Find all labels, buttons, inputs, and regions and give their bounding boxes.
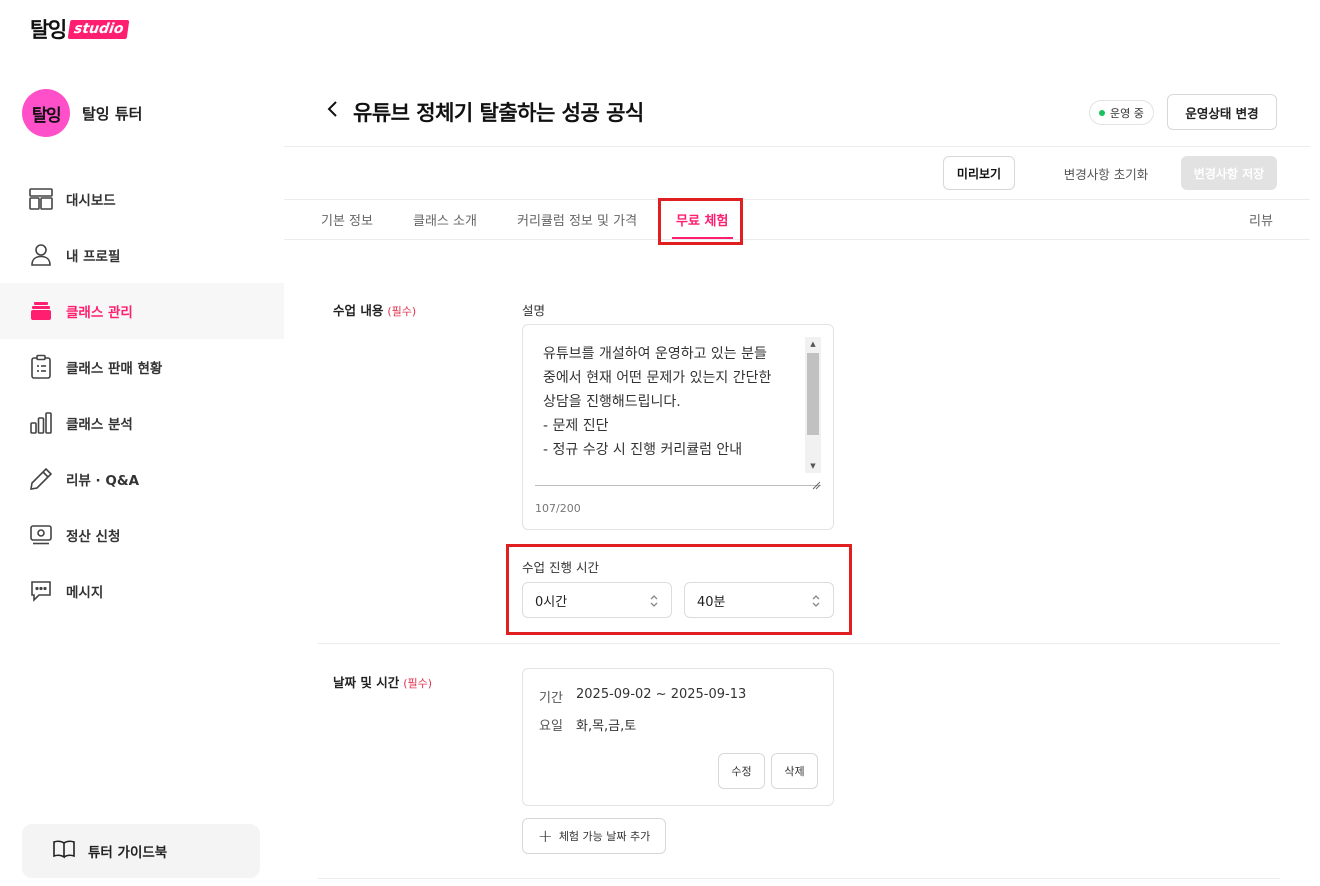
description-text[interactable]: 유튜브를 개설하여 운영하고 있는 분들 중에서 현재 어떤 문제가 있는지 간… bbox=[543, 342, 803, 462]
sidebar-item-label: 클래스 관리 bbox=[66, 305, 133, 321]
tutor-guidebook-button[interactable]: 튜터 가이드북 bbox=[22, 824, 260, 878]
tab-class-intro[interactable]: 클래스 소개 bbox=[413, 210, 477, 229]
highlight-box bbox=[658, 198, 743, 245]
date-card: 기간 2025-09-02 ~ 2025-09-13 요일 화,목,금,토 수정… bbox=[522, 668, 834, 806]
sidebar-nav: 대시보드 내 프로필 클래스 관리 클래스 판매 현황 클래스 분석 리뷰 · … bbox=[0, 171, 284, 619]
tutor-profile[interactable]: 탈잉 탈잉 튜터 bbox=[22, 89, 142, 137]
brand-studio-badge: studio bbox=[67, 19, 130, 39]
brand-logo[interactable]: 탈잉 studio bbox=[30, 14, 130, 44]
sidebar-item-messages[interactable]: 메시지 bbox=[0, 563, 284, 619]
back-button[interactable] bbox=[320, 99, 344, 123]
sidebar-item-label: 정산 신청 bbox=[66, 529, 121, 545]
pencil-icon bbox=[28, 466, 54, 492]
edit-button[interactable]: 수정 bbox=[718, 753, 765, 789]
bar-chart-icon bbox=[28, 410, 54, 436]
tab-curriculum-price[interactable]: 커리큘럼 정보 및 가격 bbox=[517, 210, 637, 229]
class-stack-icon bbox=[28, 298, 54, 324]
sidebar-item-label: 리뷰 · Q&A bbox=[66, 473, 140, 489]
lesson-content-label: 수업 내용 (필수) bbox=[333, 300, 416, 319]
reset-changes-button[interactable]: 변경사항 초기화 bbox=[1040, 156, 1172, 190]
sidebar-item-sales[interactable]: 클래스 판매 현황 bbox=[0, 339, 284, 395]
divider bbox=[284, 239, 1310, 240]
chevron-left-icon bbox=[326, 100, 338, 122]
days-row: 요일 화,목,금,토 bbox=[539, 715, 636, 734]
scroll-thumb[interactable] bbox=[807, 353, 819, 435]
plus-icon: + bbox=[537, 825, 553, 847]
cash-icon bbox=[28, 522, 54, 548]
textarea-bottom-border bbox=[535, 485, 821, 486]
sidebar-item-label: 내 프로필 bbox=[66, 249, 121, 265]
textarea-scrollbar[interactable]: ▲ ▼ bbox=[805, 337, 821, 473]
sidebar-item-class-management[interactable]: 클래스 관리 bbox=[0, 283, 284, 339]
tab-review[interactable]: 리뷰 bbox=[1249, 210, 1273, 229]
scroll-up-arrow-icon[interactable]: ▲ bbox=[805, 337, 821, 351]
change-status-button[interactable]: 운영상태 변경 bbox=[1167, 94, 1277, 130]
status-badge: 운영 중 bbox=[1089, 100, 1154, 125]
description-label: 설명 bbox=[522, 303, 546, 318]
book-icon bbox=[52, 839, 76, 863]
divider bbox=[284, 199, 1310, 200]
scroll-down-arrow-icon[interactable]: ▼ bbox=[805, 459, 821, 473]
profile-name: 탈잉 튜터 bbox=[82, 104, 143, 123]
period-row: 기간 2025-09-02 ~ 2025-09-13 bbox=[539, 687, 746, 706]
days-key: 요일 bbox=[539, 719, 563, 734]
required-mark: (필수) bbox=[403, 677, 433, 690]
sidebar-item-review-qna[interactable]: 리뷰 · Q&A bbox=[0, 451, 284, 507]
period-value: 2025-09-02 ~ 2025-09-13 bbox=[576, 687, 747, 702]
chat-icon bbox=[28, 578, 54, 604]
sidebar-item-profile[interactable]: 내 프로필 bbox=[0, 227, 284, 283]
date-time-title: 날짜 및 시간 bbox=[333, 675, 400, 690]
sidebar-item-label: 클래스 판매 현황 bbox=[66, 361, 163, 377]
highlight-box bbox=[506, 544, 852, 635]
user-icon bbox=[28, 242, 54, 268]
add-trial-date-button[interactable]: + 체험 가능 날짜 추가 bbox=[522, 818, 666, 854]
page-title: 유튜브 정체기 탈출하는 성공 공식 bbox=[353, 101, 644, 125]
brand-main-text: 탈잉 bbox=[30, 18, 67, 42]
sidebar-item-settlement[interactable]: 정산 신청 bbox=[0, 507, 284, 563]
sidebar-item-label: 메시지 bbox=[66, 585, 104, 601]
description-textarea[interactable]: 유튜브를 개설하여 운영하고 있는 분들 중에서 현재 어떤 문제가 있는지 간… bbox=[522, 324, 834, 530]
sidebar-item-label: 클래스 분석 bbox=[66, 417, 133, 433]
sidebar-item-analytics[interactable]: 클래스 분석 bbox=[0, 395, 284, 451]
delete-button[interactable]: 삭제 bbox=[771, 753, 818, 789]
divider bbox=[318, 878, 1280, 879]
char-count: 107/200 bbox=[535, 502, 581, 515]
add-date-label: 체험 가능 날짜 추가 bbox=[558, 830, 651, 843]
days-value: 화,목,금,토 bbox=[576, 719, 637, 734]
status-dot-icon bbox=[1099, 109, 1105, 116]
date-time-label: 날짜 및 시간 (필수) bbox=[333, 672, 432, 691]
resize-handle-icon[interactable] bbox=[811, 475, 821, 490]
tab-basic-info[interactable]: 기본 정보 bbox=[321, 210, 373, 229]
sidebar-item-dashboard[interactable]: 대시보드 bbox=[0, 171, 284, 227]
required-mark: (필수) bbox=[387, 305, 417, 318]
avatar: 탈잉 bbox=[22, 89, 70, 137]
lesson-content-title: 수업 내용 bbox=[333, 303, 384, 318]
dashboard-icon bbox=[28, 186, 54, 212]
guide-label: 튜터 가이드북 bbox=[88, 845, 168, 861]
preview-button[interactable]: 미리보기 bbox=[943, 156, 1015, 190]
divider bbox=[284, 146, 1310, 147]
period-key: 기간 bbox=[539, 691, 563, 706]
sidebar-item-label: 대시보드 bbox=[66, 193, 116, 209]
status-text: 운영 중 bbox=[1110, 106, 1144, 120]
divider bbox=[318, 643, 1280, 644]
save-changes-button[interactable]: 변경사항 저장 bbox=[1181, 156, 1277, 190]
clipboard-icon bbox=[28, 354, 54, 380]
